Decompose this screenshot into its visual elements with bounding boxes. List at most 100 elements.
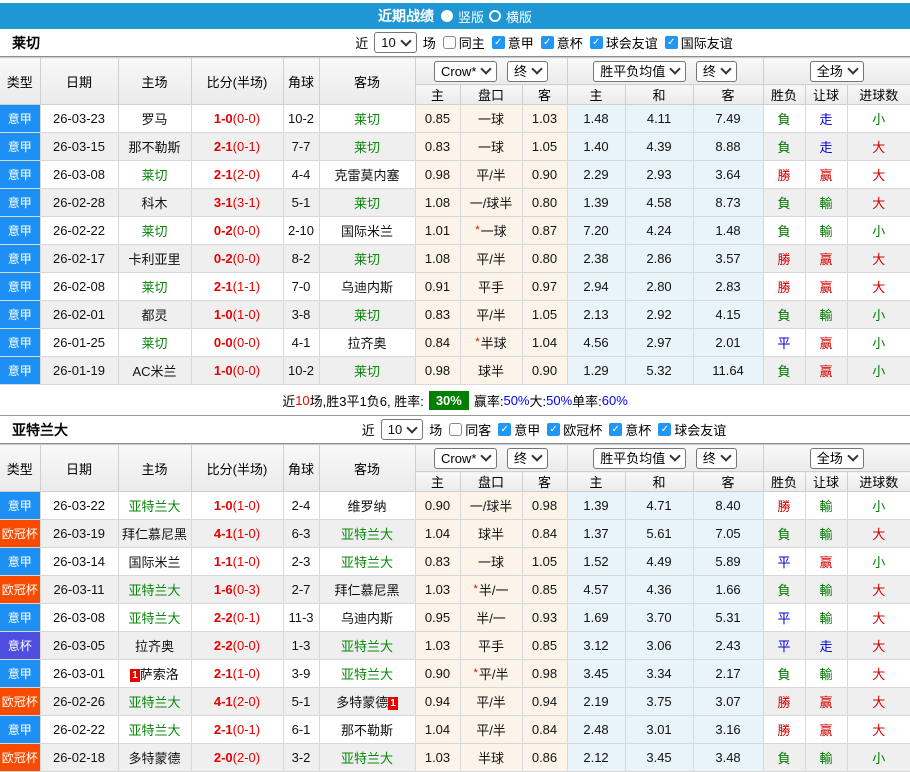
filters: 近 10 场同客 ✓ 意甲 ✓ 欧冠杯 ✓ 意杯 ✓ 球会友谊 bbox=[184, 419, 727, 440]
away-odds-cell: 0.94 bbox=[521, 687, 568, 716]
home-team: 亚特兰大 bbox=[128, 695, 181, 710]
result-wdl-cell: 負 bbox=[762, 300, 806, 329]
home-team-cell: 亚特兰大 bbox=[117, 715, 192, 744]
league-checkbox[interactable]: ✓ bbox=[491, 36, 505, 49]
date-cell: 26-01-19 bbox=[39, 356, 119, 385]
away-team: 亚特兰大 bbox=[340, 555, 393, 570]
avg-away-cell: 7.05 bbox=[692, 519, 764, 548]
away-team-cell: 拜仁慕尼黑 bbox=[318, 575, 416, 604]
result-header-group: 全场 bbox=[762, 57, 910, 85]
handicap-cell: 一/球半 bbox=[459, 491, 523, 520]
away-odds-cell: 0.80 bbox=[521, 244, 568, 273]
corners-cell: 2-10 bbox=[282, 216, 320, 245]
away-team: 莱切 bbox=[353, 196, 380, 211]
away-team-cell: 多特蒙德 1 bbox=[318, 687, 416, 716]
scope-select[interactable]: 全场 bbox=[809, 60, 864, 82]
filters: 近 10 场同主 ✓ 意甲 ✓ 意杯 ✓ 球会友谊 ✓ 国际友谊 bbox=[177, 32, 733, 53]
col-avg-draw: 和 bbox=[624, 84, 694, 105]
corners-cell: 8-2 bbox=[282, 244, 320, 273]
summary-text: 50% bbox=[546, 392, 573, 408]
away-team-cell: 莱切 bbox=[318, 104, 416, 133]
result-goals-cell: 小 bbox=[846, 491, 910, 520]
avg-draw-cell: 3.75 bbox=[624, 687, 694, 716]
home-team-cell: 亚特兰大 bbox=[117, 603, 192, 632]
score-cell: 0-2(0-0) bbox=[190, 216, 284, 245]
result-wdl-cell: 平 bbox=[762, 547, 806, 576]
result-wdl-cell: 勝 bbox=[762, 244, 806, 273]
date-cell: 26-02-18 bbox=[39, 743, 119, 772]
col-home: 主场 bbox=[117, 57, 192, 105]
scope-select[interactable]: 全场 bbox=[809, 447, 864, 469]
home-team-cell: AC米兰 bbox=[117, 356, 192, 385]
col-handicap-result: 让球 bbox=[804, 471, 848, 492]
handicap-cell: 一球 bbox=[459, 104, 523, 133]
bookmaker-select[interactable]: Crow* bbox=[433, 60, 498, 82]
result-wdl-cell: 勝 bbox=[762, 687, 806, 716]
home-team-cell: 多特蒙德 bbox=[117, 743, 192, 772]
result-handicap-cell: 走 bbox=[804, 631, 848, 660]
league-checkbox-label: 意甲 bbox=[507, 36, 534, 51]
match-row: 欧冠杯 26-02-18 多特蒙德 2-0(2-0) 3-2 亚特兰大 1.03 半球 0.86… bbox=[0, 743, 910, 772]
avg-time-select[interactable]: 终 bbox=[695, 60, 737, 82]
away-team: 亚特兰大 bbox=[340, 667, 393, 682]
odds-time-select[interactable]: 终 bbox=[507, 60, 549, 82]
col-handicap: 盘口 bbox=[459, 84, 523, 105]
same-venue-checkbox[interactable] bbox=[449, 423, 463, 436]
match-count-select[interactable]: 10 bbox=[374, 32, 417, 53]
match-row: 意甲 26-02-08 莱切 2-1(1-1) 7-0 乌迪内斯 0.91 平手 0.97 2.9… bbox=[0, 272, 910, 301]
handicap-cell: *半球 bbox=[459, 328, 523, 357]
league-checkbox-label: 球会友谊 bbox=[674, 423, 727, 438]
bookmaker-select[interactable]: Crow* bbox=[433, 447, 498, 469]
match-count-select[interactable]: 10 bbox=[380, 419, 424, 440]
away-odds-cell: 0.90 bbox=[521, 160, 568, 189]
handicap-value: 球半 bbox=[477, 527, 504, 542]
fulltime-score: 0-0 bbox=[213, 335, 233, 350]
avg-away-cell: 11.64 bbox=[692, 356, 764, 385]
league-checkbox[interactable]: ✓ bbox=[589, 36, 603, 49]
away-odds-cell: 1.03 bbox=[521, 104, 568, 133]
league-checkbox[interactable]: ✓ bbox=[658, 423, 672, 436]
league-cell: 意甲 bbox=[0, 160, 41, 189]
league-cell: 意杯 bbox=[0, 631, 41, 660]
date-cell: 26-02-22 bbox=[39, 715, 119, 744]
home-odds-cell: 1.03 bbox=[414, 631, 461, 660]
odds-time-select[interactable]: 终 bbox=[507, 447, 549, 469]
away-team-cell: 乌迪内斯 bbox=[318, 603, 416, 632]
away-odds-cell: 0.87 bbox=[521, 216, 568, 245]
home-team: 多特蒙德 bbox=[128, 751, 181, 766]
date-cell: 26-03-15 bbox=[39, 132, 119, 161]
league-checkbox[interactable]: ✓ bbox=[547, 423, 561, 436]
handicap-header-group: Crow* 终 bbox=[414, 444, 568, 472]
away-odds-cell: 0.84 bbox=[521, 715, 568, 744]
away-team: 莱切 bbox=[353, 252, 380, 267]
vertical-layout-radio[interactable] bbox=[440, 10, 453, 22]
score-cell: 2-1(0-1) bbox=[190, 132, 284, 161]
chevron-down-icon bbox=[669, 63, 681, 75]
avg-time-select[interactable]: 终 bbox=[695, 447, 737, 469]
league-checkbox[interactable]: ✓ bbox=[609, 423, 623, 436]
col-type: 类型 bbox=[0, 57, 41, 105]
same-venue-checkbox[interactable] bbox=[442, 36, 456, 49]
avg-time-select-value: 终 bbox=[702, 450, 716, 466]
away-team: 亚特兰大 bbox=[340, 639, 393, 654]
match-row: 欧冠杯 26-03-11 亚特兰大 1-6(0-3) 2-7 拜仁慕尼黑 1.03 *半/一 0… bbox=[0, 575, 910, 604]
avg-draw-cell: 2.92 bbox=[624, 300, 694, 329]
home-odds-cell: 1.03 bbox=[414, 743, 461, 772]
result-handicap-cell: 輸 bbox=[804, 575, 848, 604]
away-team-cell: 亚特兰大 bbox=[318, 631, 416, 660]
league-checkbox[interactable]: ✓ bbox=[664, 36, 678, 49]
avg-away-cell: 1.48 bbox=[692, 216, 764, 245]
result-goals-cell: 大 bbox=[846, 603, 910, 632]
away-team-cell: 莱切 bbox=[318, 300, 416, 329]
handicap-cell: 球半 bbox=[459, 356, 523, 385]
handicap-header-group: Crow* 终 bbox=[414, 57, 568, 85]
changed-handicap-star: * bbox=[473, 583, 478, 595]
league-checkbox[interactable]: ✓ bbox=[498, 423, 512, 436]
result-goals-cell: 大 bbox=[846, 631, 910, 660]
avg-odds-select[interactable]: 胜平负均值 bbox=[593, 447, 687, 469]
horizontal-layout-radio[interactable] bbox=[489, 10, 501, 22]
avg-odds-select[interactable]: 胜平负均值 bbox=[593, 60, 687, 82]
handicap-value: 一球 bbox=[477, 112, 504, 127]
league-checkbox[interactable]: ✓ bbox=[540, 36, 554, 49]
fulltime-score: 0-2 bbox=[213, 223, 233, 238]
